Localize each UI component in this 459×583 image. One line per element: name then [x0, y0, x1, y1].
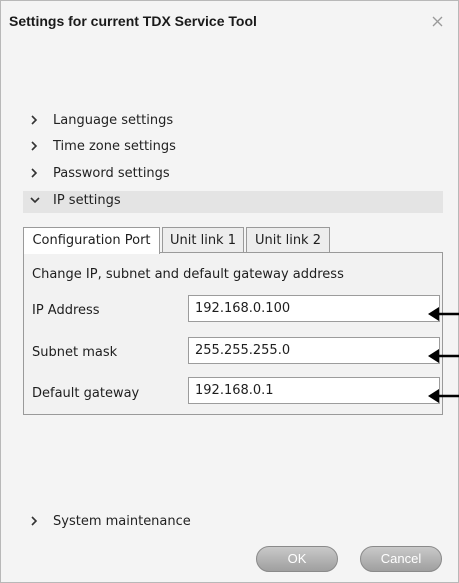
close-icon[interactable] [431, 15, 444, 28]
subnet-mask-label: Subnet mask [32, 345, 118, 360]
ip-address-label: IP Address [32, 303, 100, 318]
section-time-zone-settings[interactable]: Time zone settings [23, 137, 443, 159]
default-gateway-label: Default gateway [32, 386, 140, 401]
section-ip-settings[interactable]: IP settings [23, 191, 443, 213]
settings-dialog: Settings for current TDX Service Tool La… [0, 0, 459, 583]
tab-label: Configuration Port [32, 233, 151, 248]
dialog-title: Settings for current TDX Service Tool [9, 13, 257, 29]
section-label: Time zone settings [53, 139, 176, 154]
ip-address-field[interactable] [188, 295, 440, 322]
arrow-left-icon [428, 389, 459, 403]
ip-settings-panel: Change IP, subnet and default gateway ad… [23, 252, 443, 415]
tab-unit-link-1[interactable]: Unit link 1 [162, 227, 244, 253]
default-gateway-field[interactable] [188, 377, 440, 404]
section-password-settings[interactable]: Password settings [23, 164, 443, 186]
panel-heading: Change IP, subnet and default gateway ad… [32, 267, 344, 282]
section-label: IP settings [53, 193, 121, 208]
section-label: System maintenance [53, 514, 191, 529]
section-system-maintenance[interactable]: System maintenance [23, 512, 443, 534]
chevron-right-icon [31, 141, 38, 151]
cancel-button[interactable]: Cancel [360, 546, 442, 572]
chevron-down-icon [30, 197, 40, 204]
chevron-right-icon [31, 115, 38, 125]
tab-label: Unit link 2 [255, 233, 321, 248]
arrow-left-icon [428, 349, 459, 363]
tab-label: Unit link 1 [170, 233, 236, 248]
subnet-mask-field[interactable] [188, 337, 440, 364]
arrow-left-icon [428, 307, 459, 321]
ok-button[interactable]: OK [256, 546, 338, 572]
chevron-right-icon [31, 168, 38, 178]
section-label: Password settings [53, 166, 170, 181]
section-language-settings[interactable]: Language settings [23, 111, 443, 133]
tab-configuration-port[interactable]: Configuration Port [23, 227, 160, 254]
chevron-right-icon [31, 516, 38, 526]
tab-unit-link-2[interactable]: Unit link 2 [246, 227, 330, 253]
section-label: Language settings [53, 113, 174, 128]
